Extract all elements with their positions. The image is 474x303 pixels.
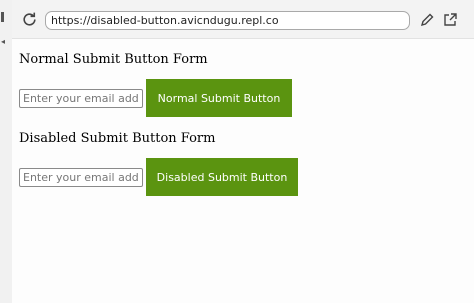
disabled-form-heading: Disabled Submit Button Form	[19, 131, 216, 146]
open-in-new-tab-icon[interactable]	[442, 12, 458, 28]
reload-icon[interactable]	[21, 11, 38, 28]
normal-submit-button[interactable]: Normal Submit Button	[146, 79, 292, 117]
rail-handle	[1, 12, 4, 22]
rail-arrow-icon: ◂	[1, 37, 6, 46]
page-content: Normal Submit Button Form Normal Submit …	[12, 39, 474, 303]
disabled-email-input[interactable]	[19, 168, 143, 187]
browser-toolbar: https://disabled-button.avicndugu.repl.c…	[12, 0, 474, 39]
normal-form-heading: Normal Submit Button Form	[19, 52, 208, 67]
normal-email-input[interactable]	[19, 89, 143, 108]
edit-icon[interactable]	[419, 12, 435, 28]
left-rail: ◂	[0, 0, 12, 303]
disabled-submit-button[interactable]: Disabled Submit Button	[146, 158, 298, 196]
url-bar[interactable]: https://disabled-button.avicndugu.repl.c…	[45, 11, 410, 30]
